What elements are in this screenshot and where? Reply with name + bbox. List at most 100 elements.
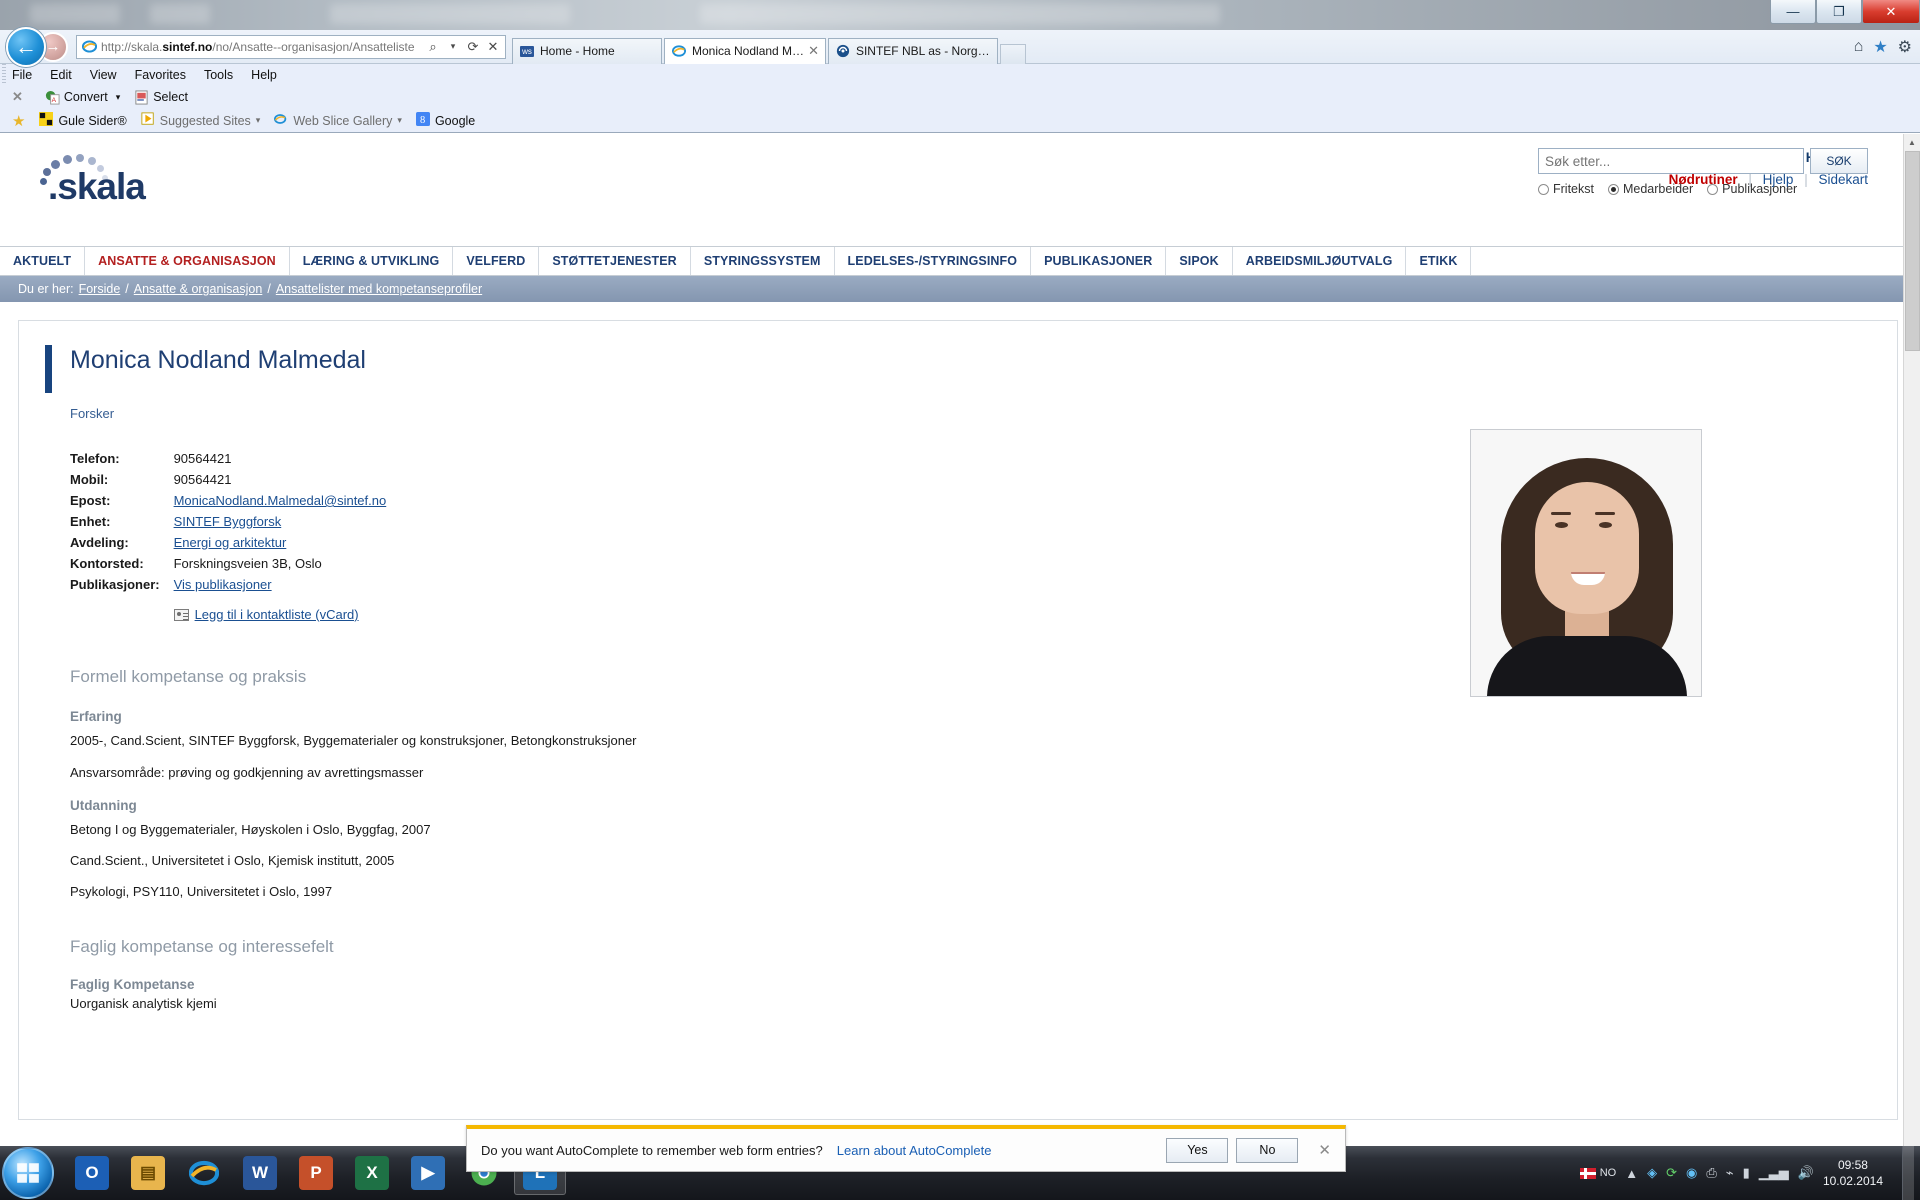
search-icon[interactable]: ⌕	[423, 36, 443, 58]
tools-gear-icon[interactable]: ⚙	[1898, 37, 1912, 57]
profile-card: Monica Nodland Malmedal Forsker Telefon:…	[18, 320, 1898, 1120]
tab-sintef-nbl[interactable]: SINTEF NBL as - Norge…	[827, 37, 998, 64]
convert-button[interactable]: A Convert ▾	[45, 90, 120, 105]
nav-sipok[interactable]: SIPOK	[1166, 247, 1233, 275]
new-tab-button[interactable]	[999, 43, 1026, 64]
nav-stottetjenester[interactable]: STØTTETJENESTER	[539, 247, 691, 275]
table-row: Kontorsted: Forskningsveien 3B, Oslo	[70, 553, 386, 574]
scroll-up-icon[interactable]: ▲	[1904, 134, 1920, 151]
page-scrollbar[interactable]: ▲ ▼	[1903, 134, 1920, 1169]
clock[interactable]: 09:58 10.02.2014	[1823, 1157, 1893, 1189]
radio-option-fritekst[interactable]: Fritekst	[1538, 182, 1594, 196]
unit-link[interactable]: SINTEF Byggforsk	[174, 514, 282, 529]
close-toolbar-icon[interactable]: ✕	[12, 89, 23, 105]
tab-home[interactable]: ws Home - Home	[512, 37, 662, 64]
favorites-star-icon[interactable]: ★	[1873, 37, 1887, 57]
yes-button[interactable]: Yes	[1166, 1137, 1229, 1163]
shield-icon[interactable]: ◈	[1647, 1165, 1657, 1181]
start-button[interactable]	[2, 1147, 54, 1199]
close-button[interactable]: ✕	[1862, 0, 1920, 24]
select-button[interactable]: Select	[134, 89, 188, 105]
favorite-gule-sider[interactable]: Gule Sider®	[39, 112, 127, 129]
taskbar-item-media-player[interactable]: ▶	[402, 1151, 454, 1195]
no-button[interactable]: No	[1236, 1137, 1299, 1163]
skala-logo[interactable]: .skala	[18, 152, 188, 207]
back-icon[interactable]: ←	[6, 26, 46, 67]
tab-monica-nodland[interactable]: Monica Nodland M… ✕	[664, 37, 826, 64]
department-link[interactable]: Energi og arkitektur	[174, 535, 287, 550]
menu-favorites[interactable]: Favorites	[135, 68, 186, 82]
maximize-button[interactable]: ❐	[1816, 0, 1862, 24]
radio-option-medarbeider[interactable]: Medarbeider	[1607, 182, 1693, 196]
favorite-suggested-sites[interactable]: Suggested Sites ▾	[141, 112, 261, 129]
breadcrumb-item-ansattelister[interactable]: Ansattelister med kompetanseprofiler	[276, 282, 482, 296]
taskbar-item-powerpoint[interactable]: P	[290, 1151, 342, 1195]
radio-icon[interactable]	[1707, 183, 1719, 195]
add-favorite-icon[interactable]: ★	[12, 112, 25, 130]
volume-icon[interactable]: 🔊	[1798, 1165, 1814, 1181]
radio-icon[interactable]	[1538, 183, 1549, 195]
menu-tools[interactable]: Tools	[204, 68, 233, 82]
nav-styringssystem[interactable]: STYRINGSSYSTEM	[691, 247, 835, 275]
network-icon[interactable]: ▁▃▅	[1759, 1165, 1789, 1181]
tab-label: Home - Home	[540, 44, 615, 58]
menu-edit[interactable]: Edit	[50, 68, 72, 82]
nav-publikasjoner[interactable]: PUBLIKASJONER	[1031, 247, 1167, 275]
menu-help[interactable]: Help	[251, 68, 277, 82]
radio-icon[interactable]	[1607, 183, 1619, 195]
nav-ledelses-styringsinfo[interactable]: LEDELSES-/STYRINGSINFO	[835, 247, 1032, 275]
email-link[interactable]: MonicaNodland.Malmedal@sintef.no	[174, 493, 387, 508]
vcard-link[interactable]: Legg til i kontaktliste (vCard)	[195, 607, 359, 622]
ws-icon: ws	[520, 45, 534, 57]
favorite-web-slice-gallery[interactable]: Web Slice Gallery ▾	[274, 112, 402, 129]
show-desktop-button[interactable]	[1902, 1146, 1914, 1200]
taskbar-item-explorer[interactable]: ▤	[122, 1151, 174, 1195]
refresh-icon[interactable]: ⟳	[463, 36, 483, 58]
sync-icon[interactable]: ⟳	[1666, 1165, 1677, 1181]
search-input[interactable]	[1538, 148, 1804, 174]
field-key: Enhet:	[70, 514, 111, 529]
taskbar-item-excel[interactable]: X	[346, 1151, 398, 1195]
chevron-down-icon[interactable]: ▾	[397, 115, 402, 126]
home-icon[interactable]: ⌂	[1854, 38, 1864, 56]
printer-icon[interactable]: ⎙	[1706, 1165, 1716, 1181]
tab-close-icon[interactable]: ✕	[808, 43, 819, 59]
search-button[interactable]: SØK	[1810, 148, 1868, 174]
menu-view[interactable]: View	[90, 68, 117, 82]
breadcrumb-item-forside[interactable]: Forside	[79, 282, 121, 296]
breadcrumb-item-ansatte-organisasjon[interactable]: Ansatte & organisasjon	[134, 282, 263, 296]
paragraph: Uorganisk analytisk kjemi	[70, 996, 217, 1011]
norway-flag-icon	[1579, 1167, 1596, 1179]
close-icon[interactable]: ✕	[1318, 1141, 1331, 1159]
language-indicator[interactable]: NO	[1579, 1167, 1616, 1179]
subheading-faglig-kompetanse: Faglig Kompetanse	[70, 977, 195, 992]
battery-icon[interactable]: ▮	[1743, 1165, 1750, 1181]
taskbar-item-outlook[interactable]: O	[66, 1151, 118, 1195]
learn-about-autocomplete-link[interactable]: Learn about AutoComplete	[837, 1143, 992, 1158]
breadcrumb-separator: /	[125, 282, 129, 296]
ie-favicon-icon	[81, 39, 97, 55]
chevron-up-icon[interactable]: ▲	[1625, 1166, 1638, 1181]
plug-icon[interactable]: ⌁	[1726, 1165, 1734, 1181]
nav-etikk[interactable]: ETIKK	[1406, 247, 1472, 275]
taskbar-item-internet-explorer[interactable]	[178, 1151, 230, 1195]
chevron-down-icon[interactable]: ▾	[116, 92, 121, 103]
nav-arbeidsmiljoutvalg[interactable]: ARBEIDSMILJØUTVALG	[1233, 247, 1407, 275]
taskbar-item-word[interactable]: W	[234, 1151, 286, 1195]
stop-icon[interactable]: ✕	[483, 36, 503, 58]
menu-file[interactable]: File	[12, 68, 32, 82]
scrollbar-thumb[interactable]	[1905, 151, 1920, 351]
nav-velferd[interactable]: VELFERD	[453, 247, 540, 275]
minimize-button[interactable]: —	[1770, 0, 1816, 24]
lync-status-icon[interactable]: ◉	[1686, 1165, 1697, 1181]
accent-bar	[45, 345, 52, 393]
chevron-down-icon[interactable]: ▾	[256, 115, 261, 126]
nav-laering-utvikling[interactable]: LÆRING & UTVIKLING	[290, 247, 454, 275]
radio-option-publikasjoner[interactable]: Publikasjoner	[1707, 182, 1797, 196]
publications-link[interactable]: Vis publikasjoner	[174, 577, 272, 592]
nav-aktuelt[interactable]: AKTUELT	[0, 247, 86, 275]
chevron-down-icon[interactable]: ▾	[443, 36, 463, 58]
nav-ansatte-organisasjon[interactable]: ANSATTE & ORGANISASJON	[85, 247, 290, 275]
favorite-google[interactable]: 8 Google	[415, 112, 475, 129]
address-bar[interactable]: http://skala.sintef.no/no/Ansatte--organ…	[76, 34, 506, 59]
